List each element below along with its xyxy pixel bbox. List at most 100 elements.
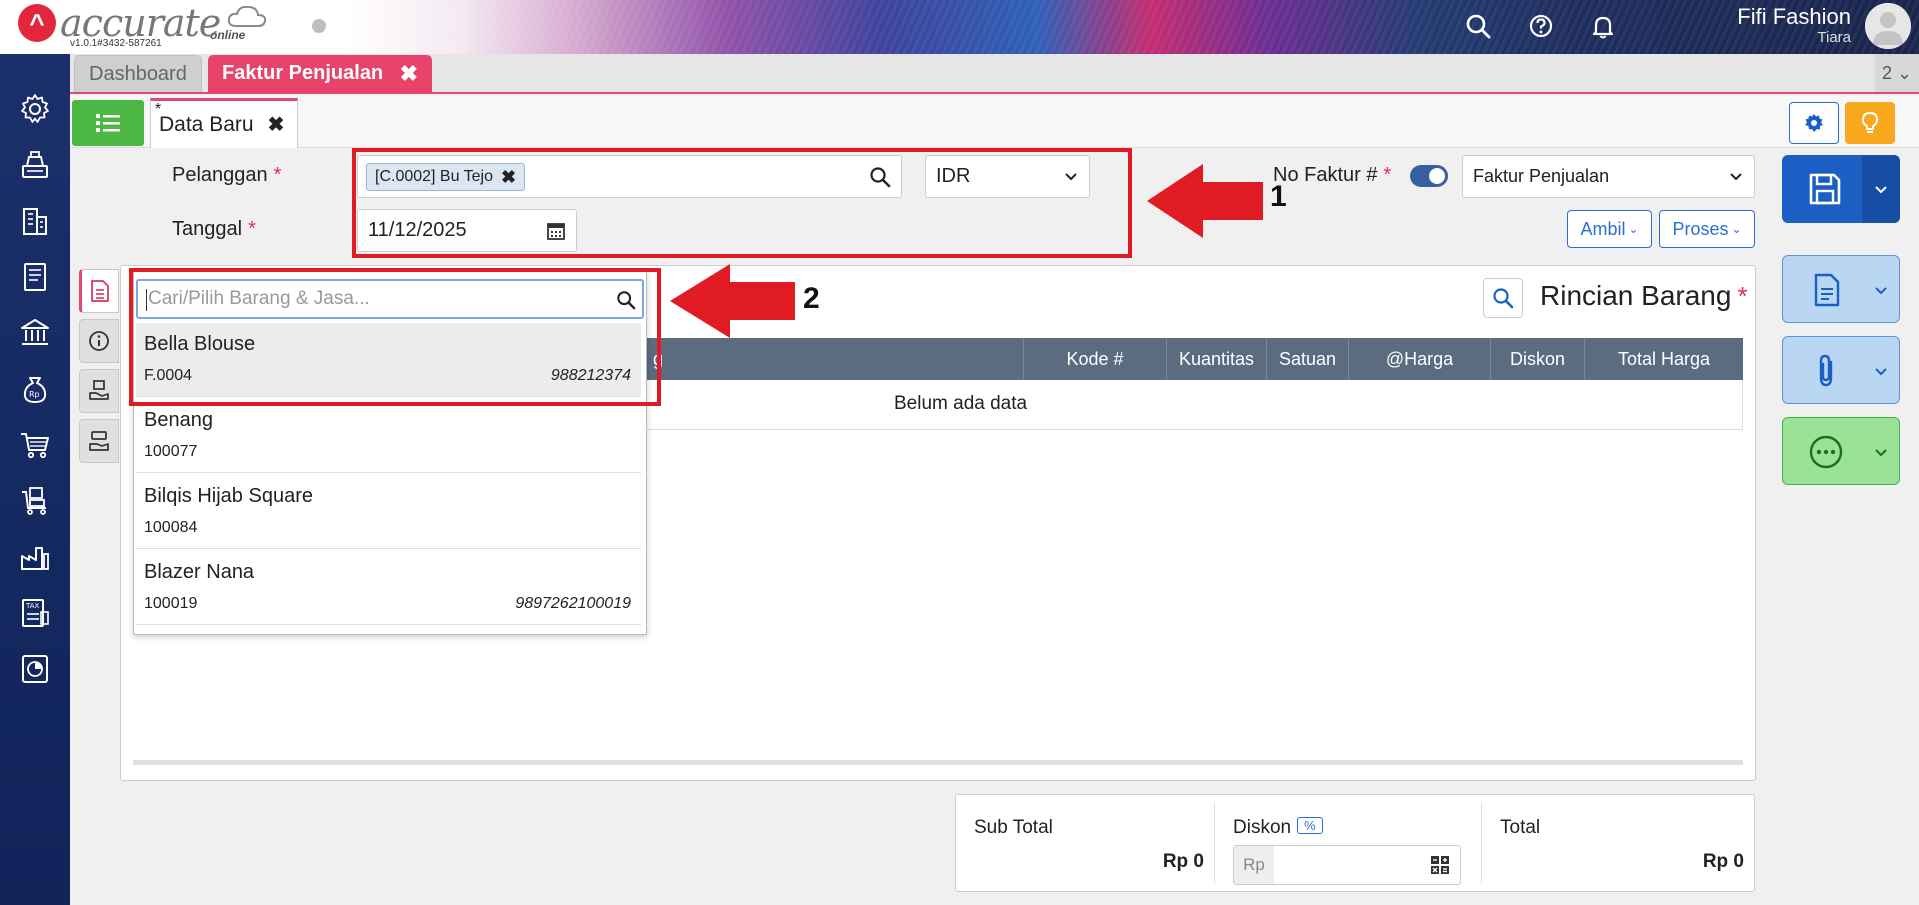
item-search-button[interactable] <box>1483 278 1523 318</box>
annotation-box-1 <box>352 148 1132 258</box>
close-data-tab-icon[interactable]: ✖ <box>268 112 285 137</box>
item-code: 100077 <box>144 443 198 460</box>
shopping-cart-icon[interactable] <box>18 428 52 462</box>
faktur-type-select[interactable]: Faktur Penjualan <box>1462 155 1755 198</box>
document-button[interactable] <box>1782 255 1900 323</box>
total-value: Rp 0 <box>1702 851 1744 872</box>
annotation-box-2 <box>129 268 661 406</box>
column-header-satuan[interactable]: Satuan <box>1266 338 1348 380</box>
tab-data-baru[interactable]: * Data Baru ✖ <box>150 98 298 148</box>
svg-text:Rp: Rp <box>29 390 40 399</box>
column-header-total-harga[interactable]: Total Harga <box>1584 338 1743 380</box>
more-actions-button[interactable] <box>1782 417 1900 485</box>
logo-text: accurate <box>60 1 221 45</box>
more-options-icon <box>1809 435 1843 469</box>
totals-panel: Sub Total Rp 0 Diskon% Rp Total Rp 0 <box>955 794 1755 892</box>
total-section: Total Rp 0 <box>1482 803 1754 883</box>
tab-info[interactable] <box>79 319 119 363</box>
save-button[interactable] <box>1782 155 1900 223</box>
proses-button[interactable]: Proses ⌄ <box>1659 210 1755 248</box>
list-view-button[interactable] <box>72 100 144 146</box>
chevron-down-icon <box>1875 287 1887 295</box>
item-name: Blazer Nana <box>144 561 255 583</box>
item-name: Bilqis Hijab Square <box>144 485 313 507</box>
building-icon[interactable] <box>18 204 52 238</box>
item-code: 100019 <box>144 595 198 612</box>
cash-register-icon[interactable] <box>18 148 52 182</box>
no-faktur-label-text: No Faktur # <box>1273 164 1378 186</box>
item-name: Benang <box>144 409 213 431</box>
close-tab-icon[interactable]: ✖ <box>400 61 418 87</box>
inventory-cart-icon[interactable] <box>18 484 52 518</box>
help-icon[interactable] <box>1527 12 1555 40</box>
list-item[interactable]: Blazer Nana 100019 9897262100019 <box>136 551 641 625</box>
lightbulb-icon <box>1861 111 1879 133</box>
rp-prefix: Rp <box>1234 846 1274 884</box>
tab-count-dropdown[interactable]: 2 ⌄ <box>1875 54 1919 92</box>
tax-document-icon[interactable]: TAX <box>18 596 52 630</box>
accurate-logo[interactable]: ^ accurate <box>18 1 221 45</box>
chevron-down-icon <box>1875 368 1887 376</box>
item-table-header: g Kode # Kuantitas Satuan @Harga Diskon … <box>643 338 1743 380</box>
rincian-title: Rincian Barang * <box>1540 280 1748 312</box>
diskon-section: Diskon% Rp <box>1215 803 1481 885</box>
tab-item-details[interactable] <box>79 269 119 313</box>
tips-button[interactable] <box>1845 102 1895 144</box>
ledger-book-icon[interactable] <box>18 260 52 294</box>
calculator-icon[interactable] <box>1430 855 1450 875</box>
column-header-name[interactable]: g <box>643 338 1023 380</box>
search-icon <box>1493 288 1514 309</box>
column-header-diskon[interactable]: Diskon <box>1490 338 1584 380</box>
top-bar: ^ accurate online v1.0.1#3432-587261 Fif… <box>0 0 1919 54</box>
discount-input[interactable]: Rp <box>1233 845 1461 885</box>
search-icon[interactable] <box>1464 12 1492 40</box>
column-header-kode[interactable]: Kode # <box>1023 338 1166 380</box>
tab-faktur-penjualan[interactable]: Faktur Penjualan ✖ <box>208 55 432 92</box>
tab-payment[interactable] <box>79 369 119 413</box>
save-options-dropdown[interactable] <box>1862 155 1900 223</box>
factory-icon[interactable] <box>18 540 52 574</box>
form-settings-button[interactable] <box>1789 102 1839 144</box>
horizontal-scrollbar[interactable] <box>133 760 1743 765</box>
no-faktur-label: No Faktur # * <box>1273 164 1391 187</box>
status-dot <box>312 19 326 33</box>
money-bag-icon[interactable]: Rp <box>18 372 52 406</box>
chevron-down-icon <box>1730 173 1742 181</box>
list-item[interactable]: Bilqis Hijab Square 100084 <box>136 475 641 549</box>
avatar-icon[interactable] <box>1865 3 1911 49</box>
percent-toggle[interactable]: % <box>1297 817 1323 834</box>
document-list-icon <box>91 280 109 302</box>
attachment-button[interactable] <box>1782 336 1900 404</box>
subtotal-value: Rp 0 <box>1162 851 1204 872</box>
list-item[interactable]: Benang 100077 <box>136 399 641 473</box>
auto-number-toggle[interactable] <box>1410 165 1448 187</box>
faktur-type-value: Faktur Penjualan <box>1473 166 1610 186</box>
column-header-kuantitas[interactable]: Kuantitas <box>1166 338 1266 380</box>
report-chart-icon[interactable] <box>18 652 52 686</box>
version-text: v1.0.1#3432-587261 <box>70 38 162 49</box>
save-floppy-icon <box>1809 173 1841 205</box>
bank-icon[interactable] <box>18 316 52 350</box>
module-tab-bar: Dashboard Faktur Penjualan ✖ 2 ⌄ <box>70 54 1919 94</box>
column-header-harga[interactable]: @Harga <box>1348 338 1490 380</box>
tab-advance[interactable] <box>79 419 119 463</box>
required-marker: * <box>1383 164 1392 186</box>
sub-toolbar: * Data Baru ✖ <box>70 96 1919 148</box>
ambil-button[interactable]: Ambil ⌄ <box>1567 210 1652 248</box>
pelanggan-label: Pelanggan * <box>172 164 281 187</box>
bell-icon[interactable] <box>1589 12 1617 40</box>
rincian-title-text: Rincian Barang <box>1540 280 1732 311</box>
user-company-name[interactable]: Fifi Fashion <box>1737 4 1851 30</box>
unsaved-marker: * <box>155 101 162 118</box>
annotation-arrow-1-icon <box>1147 164 1263 238</box>
subtotal-label: Sub Total <box>974 817 1053 838</box>
tab-dashboard[interactable]: Dashboard <box>74 55 202 92</box>
settings-gear-icon[interactable] <box>18 92 52 126</box>
hand-coin-icon <box>89 431 109 451</box>
chevron-down-icon <box>1875 449 1887 457</box>
user-name: Tiara <box>1817 29 1851 46</box>
tanggal-label: Tanggal * <box>172 218 256 241</box>
proses-label: Proses <box>1672 218 1729 239</box>
subtotal-section: Sub Total Rp 0 <box>956 803 1214 883</box>
required-marker: * <box>273 164 282 186</box>
